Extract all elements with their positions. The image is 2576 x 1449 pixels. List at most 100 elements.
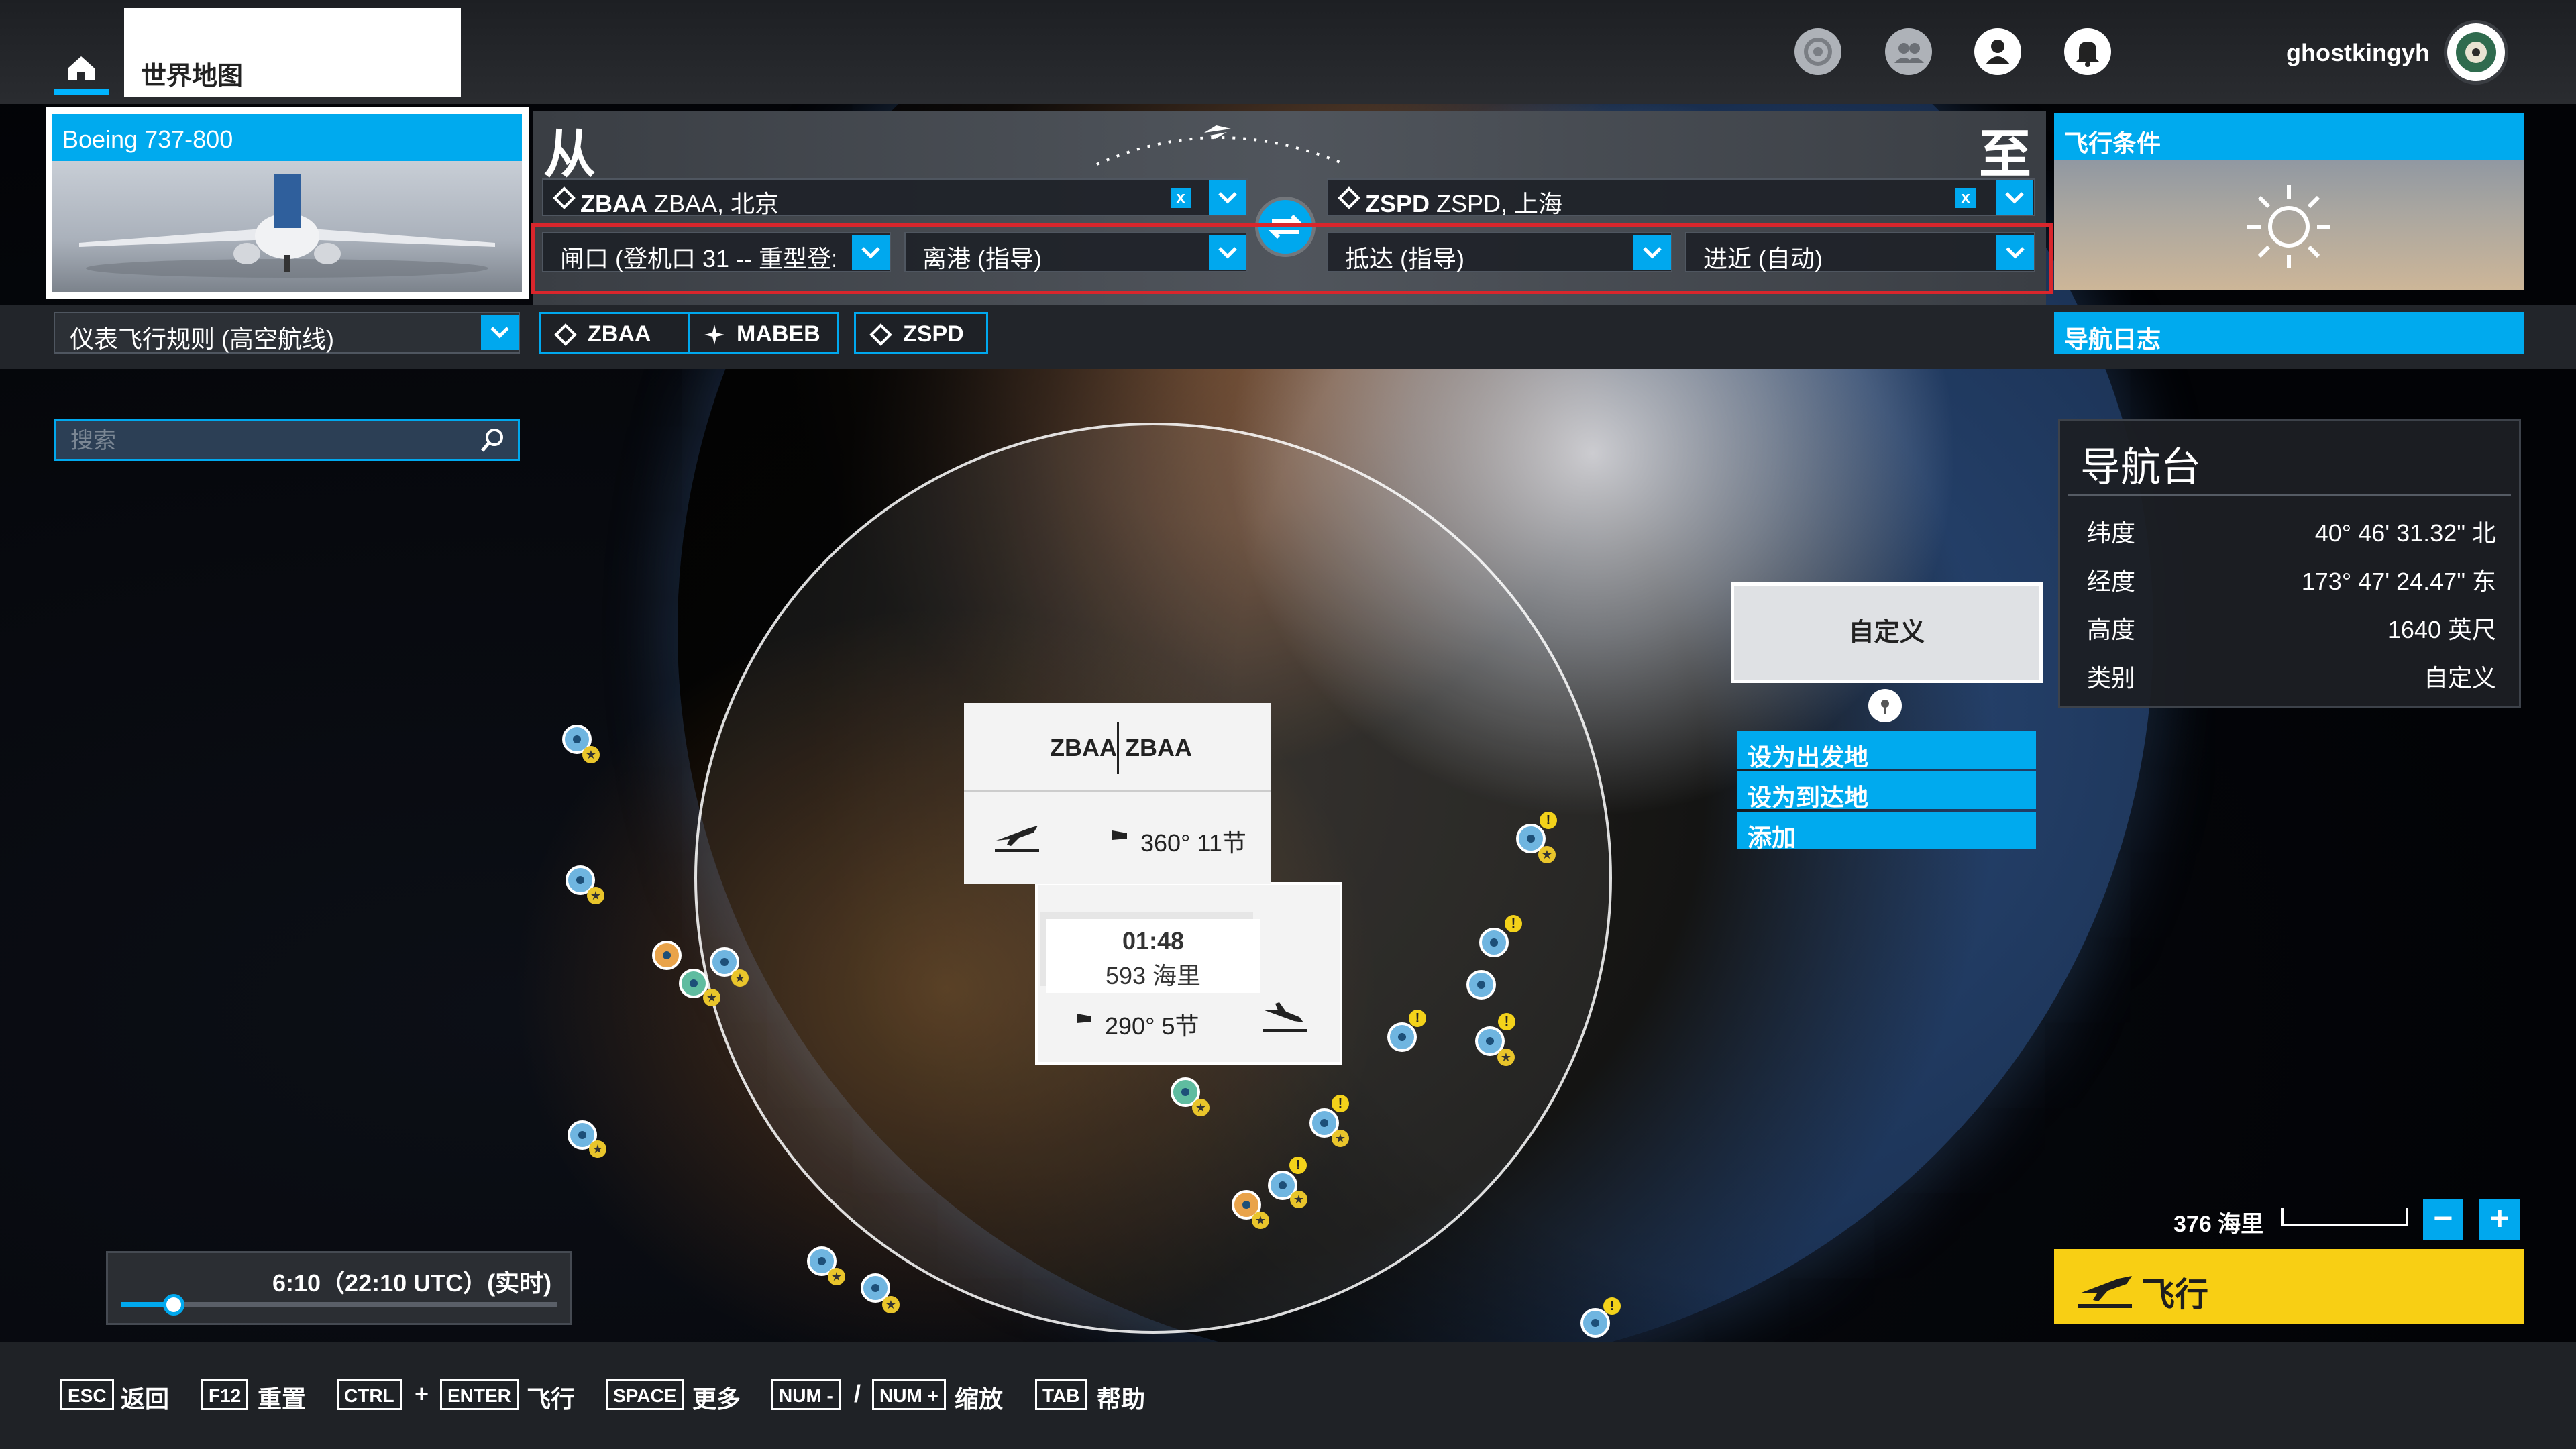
time-slider-track[interactable] xyxy=(121,1294,557,1316)
row-value: 自定义 xyxy=(2423,664,2496,692)
key-esc[interactable]: ESC xyxy=(60,1379,114,1410)
latitude-row: 纬度 40° 46' 31.32" 北 xyxy=(2087,514,2496,547)
waypoint-chip[interactable]: MABEB xyxy=(688,312,839,354)
search-icon[interactable] xyxy=(478,425,508,455)
warning-badge-icon: ! xyxy=(1289,1157,1307,1174)
flight-rules-select[interactable]: 仪表飞行规则 (高空航线) xyxy=(54,312,520,354)
waypoint-star-icon xyxy=(704,325,724,345)
airport-marker[interactable] xyxy=(652,941,682,970)
shortcut-label: 帮助 xyxy=(1097,1385,1146,1413)
key-num-minus[interactable]: NUM - xyxy=(771,1379,841,1410)
key-enter[interactable]: ENTER xyxy=(440,1379,519,1410)
warning-badge-icon: ! xyxy=(1498,1013,1515,1030)
altitude-row: 高度 1640 英尺 xyxy=(2087,610,2496,644)
username[interactable]: ghostkingyh xyxy=(2274,39,2430,67)
windsock-icon xyxy=(1112,830,1127,845)
shortcut-label: + xyxy=(415,1380,429,1407)
flight-conditions-card[interactable]: 飞行条件 xyxy=(2054,113,2524,290)
waypoint-chip[interactable]: ZSPD xyxy=(854,312,988,354)
warning-badge-icon: ! xyxy=(1409,1010,1426,1027)
divider xyxy=(1117,722,1119,774)
departure-airport-field[interactable]: ZBAA ZBAA, 北京 x xyxy=(542,178,1248,217)
takeoff-icon xyxy=(2078,1276,2132,1308)
star-badge-icon: ★ xyxy=(1192,1099,1210,1116)
zoom-out-button[interactable]: − xyxy=(2423,1199,2463,1240)
departure-wind: 360° 11节 xyxy=(1140,829,1246,857)
shortcut-label: 更多 xyxy=(692,1385,741,1413)
row-label: 纬度 xyxy=(2087,519,2136,547)
arrival-name: ZSPD, 上海 xyxy=(1436,190,1563,217)
airport-marker[interactable] xyxy=(1387,1022,1417,1052)
arrival-code: ZSPD xyxy=(1365,190,1430,217)
arrival-dropdown-button[interactable] xyxy=(1996,180,2033,215)
profile-icon[interactable] xyxy=(1974,28,2021,75)
aircraft-image xyxy=(52,161,522,292)
airport-marker[interactable] xyxy=(1479,928,1509,957)
map-scale-label: 376 海里 xyxy=(2174,1212,2264,1237)
departure-code-right: ZBAA xyxy=(1125,734,1192,761)
shortcut-label: 飞行 xyxy=(527,1385,576,1413)
aircraft-selection-card[interactable]: Boeing 737-800 xyxy=(46,107,529,299)
activity-icon[interactable] xyxy=(1794,28,1841,75)
warning-badge-icon: ! xyxy=(1540,812,1557,829)
avatar[interactable] xyxy=(2447,23,2505,81)
clear-arrival-button[interactable]: x xyxy=(1955,188,1976,208)
highlight-box xyxy=(531,223,2053,294)
search-box[interactable] xyxy=(54,419,520,461)
notification-bell-icon[interactable] xyxy=(2064,28,2111,75)
row-label: 高度 xyxy=(2087,616,2136,643)
shortcut-label: 重置 xyxy=(258,1385,307,1413)
active-tab-indicator xyxy=(54,89,109,95)
star-badge-icon: ★ xyxy=(589,1140,606,1158)
nav-log-button[interactable]: 导航日志 xyxy=(2054,312,2524,354)
departure-info-card[interactable]: ZBAA ZBAA 360° 11节 xyxy=(964,703,1271,884)
set-departure-menu-item[interactable]: 设为出发地 xyxy=(1737,731,2036,771)
chevron-down-icon xyxy=(2005,192,2024,204)
airport-marker[interactable] xyxy=(1466,970,1496,1000)
flight-conditions-title: 飞行条件 xyxy=(2054,113,2524,160)
airport-icon xyxy=(553,186,576,209)
key-ctrl[interactable]: CTRL xyxy=(337,1379,402,1410)
departure-dropdown-button[interactable] xyxy=(1209,180,1246,215)
friends-icon[interactable] xyxy=(1885,28,1932,75)
custom-point-label[interactable]: 自定义 xyxy=(1731,582,2043,683)
flight-rules-dropdown-button[interactable] xyxy=(481,315,519,350)
fly-button[interactable]: 飞行 xyxy=(2054,1249,2524,1324)
arrival-airport-field[interactable]: ZSPD ZSPD, 上海 x xyxy=(1327,178,2035,217)
key-num-plus[interactable]: NUM + xyxy=(872,1379,946,1410)
zoom-in-button[interactable]: + xyxy=(2479,1199,2520,1240)
star-badge-icon: ★ xyxy=(587,887,604,904)
navaid-info-panel: 导航台 纬度 40° 46' 31.32" 北 经度 173° 47' 24.4… xyxy=(2058,419,2521,708)
departure-info-header: ZBAA ZBAA xyxy=(964,703,1271,792)
category-row: 类别 自定义 xyxy=(2087,659,2496,692)
key-f12[interactable]: F12 xyxy=(201,1379,249,1410)
custom-pin-icon[interactable] xyxy=(1868,689,1902,722)
home-tab[interactable] xyxy=(51,37,111,97)
airport-icon xyxy=(869,323,892,346)
time-slider-handle[interactable] xyxy=(163,1294,184,1316)
key-space[interactable]: SPACE xyxy=(606,1379,684,1410)
flight-distance: 593 海里 xyxy=(1105,962,1201,989)
search-input[interactable] xyxy=(69,425,461,456)
from-label: 从 xyxy=(543,125,596,184)
star-badge-icon: ★ xyxy=(1332,1130,1349,1147)
flight-rules-value: 仪表飞行规则 (高空航线) xyxy=(70,325,334,353)
departure-code: ZBAA xyxy=(580,190,647,217)
airport-icon xyxy=(1338,186,1360,209)
star-badge-icon: ★ xyxy=(1290,1191,1307,1208)
waypoint-label: ZBAA xyxy=(588,321,651,347)
clear-departure-button[interactable]: x xyxy=(1171,188,1191,208)
set-arrival-menu-item[interactable]: 设为到达地 xyxy=(1737,771,2036,811)
chevron-down-icon xyxy=(490,327,509,339)
time-of-day-widget: 6:10（22:10 UTC）(实时) xyxy=(106,1251,572,1325)
star-badge-icon: ★ xyxy=(582,746,600,763)
world-map-tab[interactable]: 世界地图 xyxy=(124,8,461,97)
waypoint-chip[interactable]: ZBAA xyxy=(539,312,690,354)
chevron-down-icon xyxy=(1218,192,1237,204)
warning-badge-icon: ! xyxy=(1332,1095,1349,1112)
key-tab[interactable]: TAB xyxy=(1035,1379,1087,1410)
departure-code-left: ZBAA xyxy=(1050,734,1117,761)
home-icon xyxy=(68,56,95,80)
add-menu-item[interactable]: 添加 xyxy=(1737,812,2036,851)
row-value: 173° 47' 24.47" 东 xyxy=(2301,568,2496,595)
